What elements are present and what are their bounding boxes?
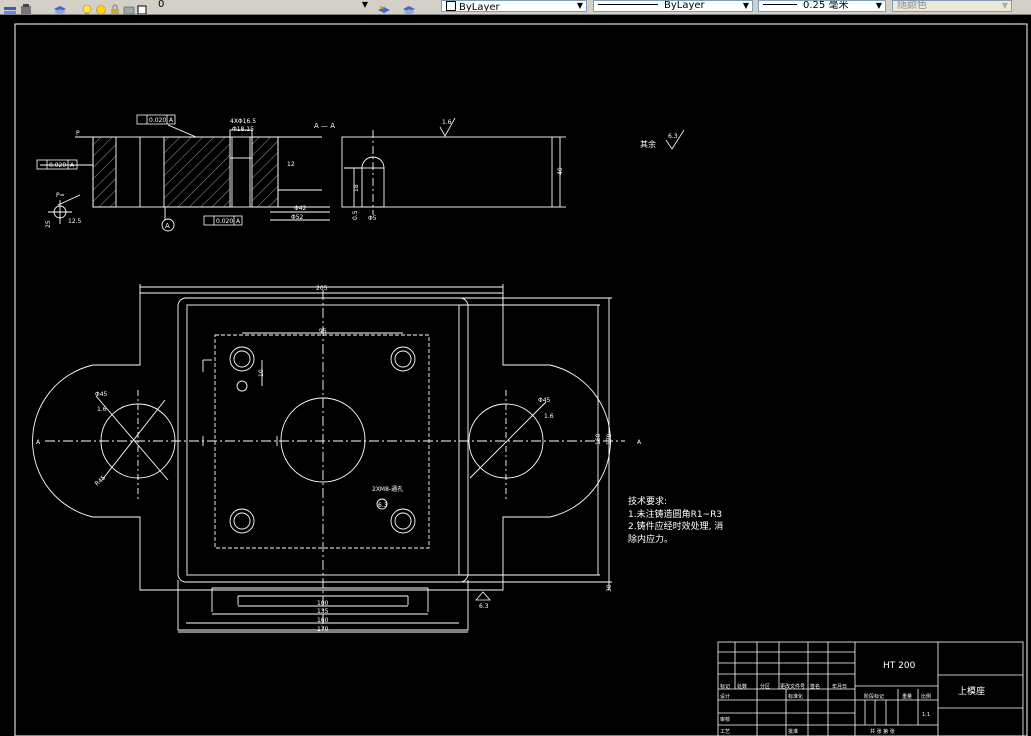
dim-95: 95 [319,328,327,335]
tol-flat2-ref: A [236,218,241,225]
dim-phi45-left: Φ45 [95,391,108,398]
title-review: 审核 [720,716,730,723]
dim-18: 18 [353,184,360,192]
slot-spec2: Φ18.15 [232,126,254,133]
dim-phi52: Φ52 [291,214,304,221]
dim-170b: 170 [317,626,329,633]
layer-manager-icon[interactable] [2,0,18,14]
note-2b: 除内应力。 [628,533,673,545]
dim-205: 205 [316,285,328,292]
p-sym: P= [56,192,65,199]
dim-phi42: Φ42 [294,205,307,212]
tol-flat2-value: 0.020 [216,218,233,225]
dim-16-right: 1.6 [544,413,554,420]
ref-circle-label: A [165,222,170,230]
p-label: P [76,130,80,137]
dim-160: 160 [317,617,329,624]
drawing-canvas[interactable]: 0.020 A 0.020 A 0.020 A A P P= 4XΦ16.5 Φ… [0,14,1031,736]
tol-parallel-value: 0.020 [149,117,166,124]
layer-state-icon[interactable] [18,0,34,14]
bottom-rough-symbol [475,591,491,601]
lineweight-sample [763,4,797,5]
note-2: 2.铸件应经时效处理, 消 [628,520,723,532]
properties-toolbar: 0 ▼ ByLayer ▼ ByLayer ▼ 0.25 毫米 ▼ 随颜色 ▼ [0,0,1031,15]
title-material: HT 200 [883,661,916,671]
plotstyle-dropdown-value: 随颜色 [897,0,927,11]
dim-40: 40 [557,167,564,175]
title-standard: 标准化 [788,693,803,700]
title-h4: 更改文件号 [780,683,805,690]
chevron-down-icon[interactable]: ▼ [876,1,882,11]
rough-other-prefix: 其余 [640,139,656,149]
title-weight: 重量 [902,693,912,700]
title-h5: 签名 [810,683,820,690]
plan-view [32,284,625,633]
title-sheets: 共 张 第 张 [870,728,895,735]
dim-thread: 2XM8-通孔 [372,485,403,493]
bottom-rough: 6.3 [479,603,489,610]
drawing-frame [14,23,1028,736]
layer-dropdown[interactable]: 0 ▼ [144,0,371,12]
rough-top: 1.6 [442,119,452,126]
tol-flat-value: 0.020 [49,162,66,169]
notes-title: 技术要求: [628,495,667,507]
chevron-down-icon[interactable]: ▼ [577,1,583,11]
rough-other: 6.3 [668,133,678,140]
lineweight-dropdown-value: 0.25 毫米 [803,0,849,11]
layer-previous-icon[interactable] [401,0,417,14]
chevron-down-icon: ▼ [1001,1,1008,10]
title-part-name: 上模座 [958,685,985,697]
linetype-sample [598,4,658,5]
dim-phi5: Φ5 [368,215,377,222]
title-h6: 年月日 [832,683,847,690]
title-design: 设计 [720,693,730,700]
chevron-down-icon[interactable]: ▼ [362,0,368,10]
dim-12: 12 [287,161,295,168]
dim-170: 170 [606,433,613,445]
plotstyle-dropdown: 随颜色 ▼ [892,0,1012,12]
title-approve: 批准 [788,728,798,735]
dim-25: 25 [45,220,52,228]
dim-phi45-right: Φ45 [538,397,551,404]
dim-05: 0.5 [352,210,359,220]
title-h3: 分区 [760,683,770,690]
dim-160v: 160 [595,433,602,445]
chevron-down-icon[interactable]: ▼ [743,1,749,11]
linetype-dropdown-value: ByLayer [664,0,705,11]
title-scale: 比例 [921,693,931,700]
title-h1: 标记 [720,683,730,690]
slot-spec: 4XΦ16.5 [230,118,256,125]
dim-thread-depth: 6.3 [378,502,388,509]
lineweight-dropdown[interactable]: 0.25 毫米 ▼ [758,0,886,12]
linetype-dropdown[interactable]: ByLayer ▼ [593,0,753,12]
view-marker-right: A [637,439,642,446]
tol-flat-ref: A [70,162,75,169]
layer-dropdown-value: 0 [158,0,165,10]
color-dropdown-value: ByLayer [459,2,500,12]
dim-125: 12.5 [68,218,82,225]
dim-10: 10 [258,369,265,377]
title-stage: 阶段标记 [864,693,884,700]
dim-100: 100 [317,600,329,607]
view-marker-left: A [36,439,41,446]
layer-stack-icon[interactable] [52,0,68,14]
dim-30: 30 [606,584,613,592]
section-label: A — A [314,122,335,130]
tol-parallel-ref: A [169,117,174,124]
dim-135: 135 [317,608,329,615]
make-layer-current-icon[interactable] [376,0,392,14]
title-process: 工艺 [720,729,730,735]
color-dropdown[interactable]: ByLayer ▼ [441,0,587,12]
dim-16-left: 1.6 [97,406,107,413]
title-scale-value: 1:1 [922,712,930,718]
color-swatch-icon [446,1,456,11]
title-h2: 处数 [737,683,747,690]
note-1: 1.未注铸造圆角R1~R3 [628,508,722,520]
